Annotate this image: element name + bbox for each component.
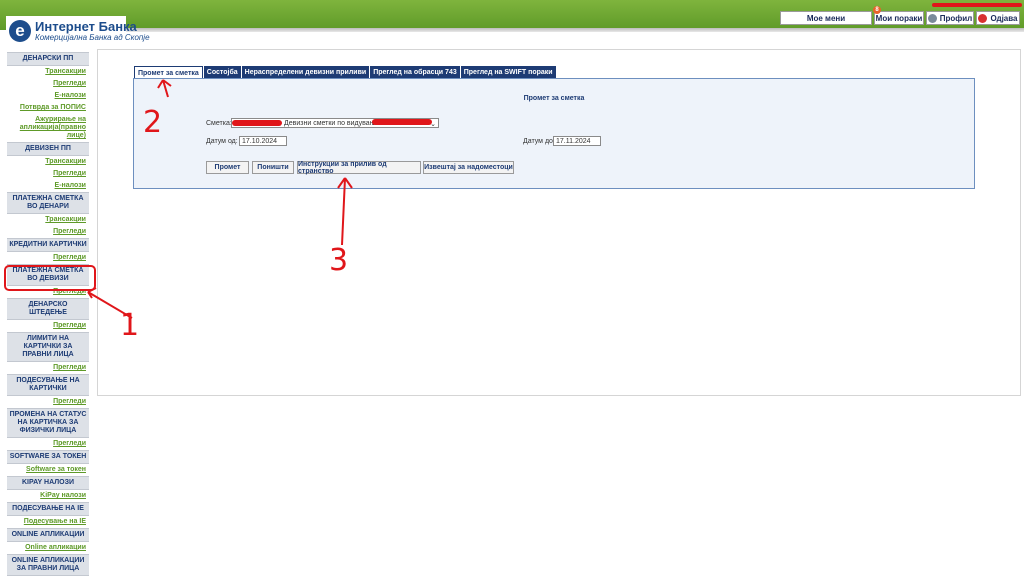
annotation-box	[4, 265, 96, 291]
annotation-number-1: 1	[120, 308, 140, 343]
annotation-number-2: 2	[143, 105, 163, 140]
sidebar-group-header[interactable]: ONLINE АПЛИКАЦИИ ЗА ПРАВНИ ЛИЦА	[7, 554, 89, 576]
annotation-arrow-3	[337, 177, 353, 246]
annotation-overlay	[4, 79, 353, 319]
annotation-number-3: 3	[329, 243, 349, 278]
annotation-arrow-2	[157, 79, 172, 98]
